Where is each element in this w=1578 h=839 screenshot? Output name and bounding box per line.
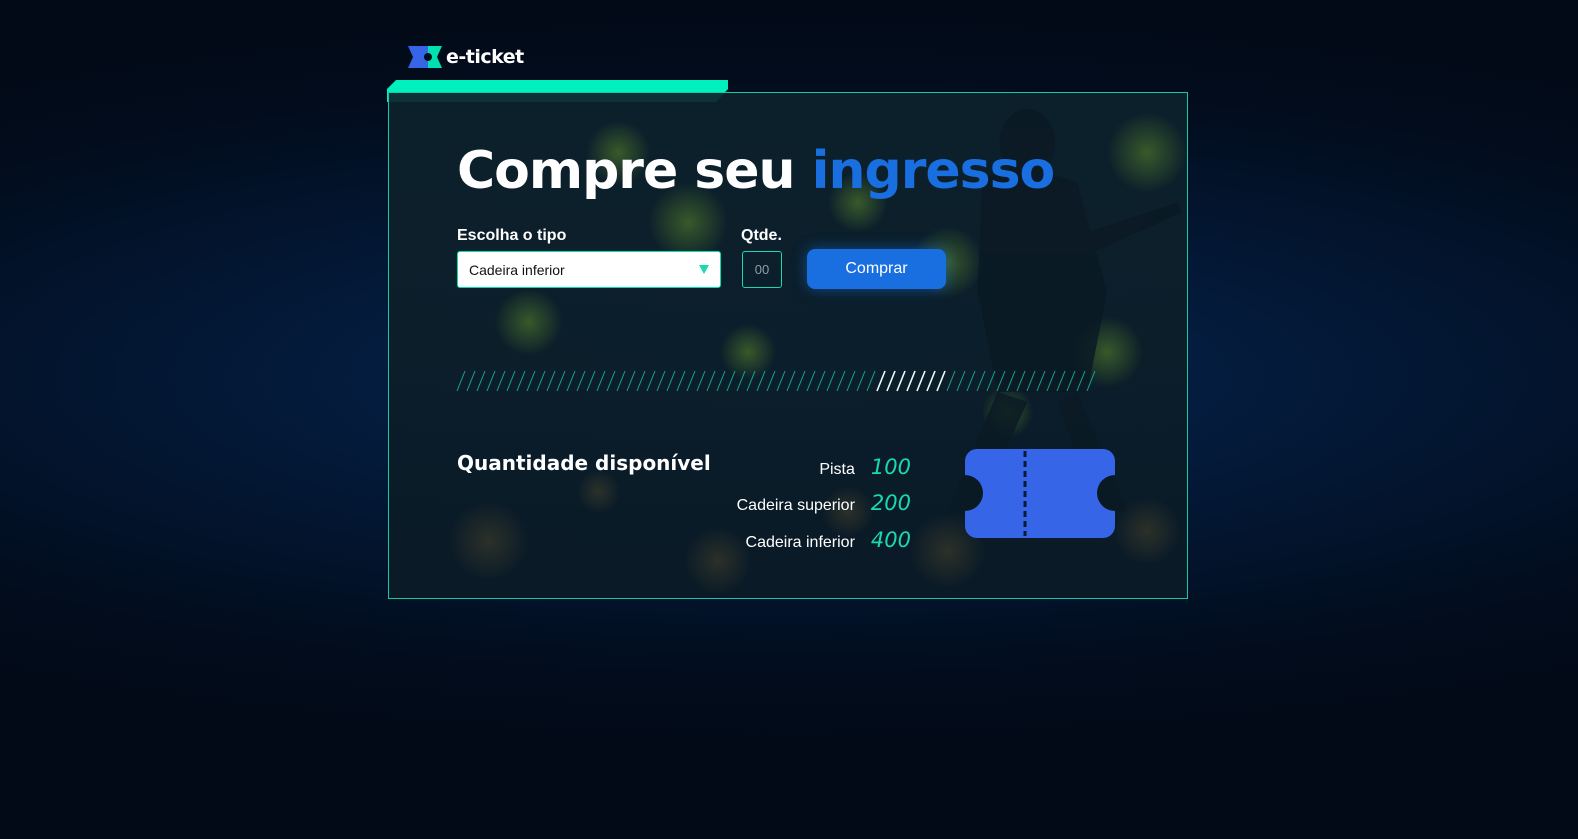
hatch-stroke <box>716 370 726 392</box>
hatch-divider <box>456 370 1096 392</box>
title-accent: ingresso <box>811 141 1056 201</box>
hatch-stroke <box>836 370 846 392</box>
availability-row: Cadeira superior 200 <box>737 491 911 515</box>
hatch-stroke <box>796 370 806 392</box>
hatch-stroke <box>1026 370 1036 392</box>
hatch-stroke <box>696 370 706 392</box>
hatch-stroke <box>626 370 636 392</box>
availability-count: 100 <box>870 455 911 479</box>
hatch-stroke <box>586 370 596 392</box>
hatch-stroke <box>556 370 566 392</box>
hatch-stroke <box>876 370 886 392</box>
hatch-stroke <box>596 370 606 392</box>
availability-row: Cadeira inferior 400 <box>746 528 911 552</box>
hatch-stroke <box>846 370 856 392</box>
hatch-stroke <box>726 370 736 392</box>
hatch-stroke <box>1066 370 1076 392</box>
hatch-stroke <box>686 370 696 392</box>
hatch-stroke <box>936 370 946 392</box>
hatch-stroke <box>816 370 826 392</box>
hatch-stroke <box>466 370 476 392</box>
ticket-icon <box>965 449 1115 538</box>
hatch-stroke <box>476 370 486 392</box>
availability-type: Cadeira superior <box>736 497 855 514</box>
hatch-stroke <box>986 370 996 392</box>
availability-type: Pista <box>819 461 855 478</box>
hatch-stroke <box>966 370 976 392</box>
hatch-stroke <box>926 370 936 392</box>
hatch-stroke <box>606 370 616 392</box>
hatch-stroke <box>916 370 926 392</box>
hatch-stroke <box>1016 370 1026 392</box>
ticket-type-value: Cadeira inferior <box>469 261 565 278</box>
hatch-stroke <box>976 370 986 392</box>
hatch-stroke <box>956 370 966 392</box>
availability-type: Cadeira inferior <box>745 534 855 551</box>
hatch-stroke <box>576 370 586 392</box>
hatch-stroke <box>996 370 1006 392</box>
ticket-logo-icon <box>408 46 442 68</box>
hatch-stroke <box>506 370 516 392</box>
availability-row: Pista 100 <box>819 455 911 479</box>
ticket-type-label: Escolha o tipo <box>457 227 567 244</box>
availability-title: Quantidade disponível <box>457 451 711 475</box>
hatch-stroke <box>866 370 876 392</box>
hatch-stroke <box>666 370 676 392</box>
hatch-stroke <box>496 370 506 392</box>
hatch-stroke <box>516 370 526 392</box>
hatch-stroke <box>806 370 816 392</box>
hatch-stroke <box>706 370 716 392</box>
hatch-stroke <box>536 370 546 392</box>
hatch-stroke <box>826 370 836 392</box>
hatch-stroke <box>906 370 916 392</box>
hatch-stroke <box>746 370 756 392</box>
hatch-stroke <box>1036 370 1046 392</box>
hatch-stroke <box>756 370 766 392</box>
hatch-stroke <box>1006 370 1016 392</box>
chevron-down-icon <box>699 265 709 274</box>
hatch-stroke <box>1046 370 1056 392</box>
hatch-stroke <box>946 370 956 392</box>
hatch-stroke <box>616 370 626 392</box>
availability-count: 200 <box>870 491 911 515</box>
hatch-stroke <box>786 370 796 392</box>
hatch-stroke <box>736 370 746 392</box>
hatch-stroke <box>1056 370 1066 392</box>
availability-count: 400 <box>870 528 911 552</box>
brand-logo[interactable]: e-ticket <box>408 46 524 68</box>
hatch-stroke <box>566 370 576 392</box>
brand-name: e-ticket <box>446 46 524 68</box>
hatch-stroke <box>766 370 776 392</box>
title-main: Compre seu <box>457 141 796 201</box>
purchase-card: Compre seu ingresso Escolha o tipo Cadei… <box>388 92 1188 599</box>
hatch-stroke <box>486 370 496 392</box>
hatch-stroke <box>856 370 866 392</box>
quantity-label: Qtde. <box>741 227 782 244</box>
page-title: Compre seu ingresso <box>457 141 1056 201</box>
ticket-type-select[interactable]: Cadeira inferior <box>457 251 721 288</box>
hatch-stroke <box>636 370 646 392</box>
hatch-stroke <box>546 370 556 392</box>
hatch-stroke <box>646 370 656 392</box>
hatch-stroke <box>1076 370 1086 392</box>
hatch-stroke <box>886 370 896 392</box>
quantity-input[interactable]: 00 <box>742 251 782 288</box>
hatch-stroke <box>776 370 786 392</box>
hatch-stroke <box>456 370 466 392</box>
hatch-stroke <box>896 370 906 392</box>
hatch-stroke <box>1086 370 1096 392</box>
hatch-stroke <box>676 370 686 392</box>
buy-button[interactable]: Comprar <box>807 249 946 289</box>
hatch-stroke <box>656 370 666 392</box>
hatch-stroke <box>526 370 536 392</box>
